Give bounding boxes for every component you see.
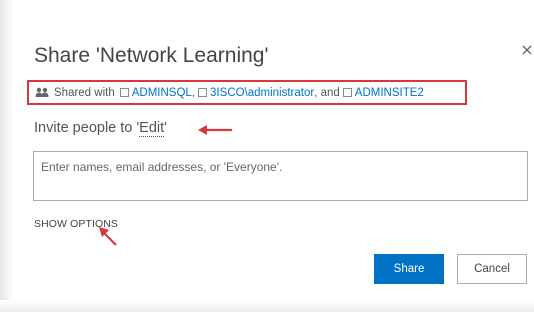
dialog-title: Share 'Network Learning' (34, 44, 269, 67)
invite-people-input[interactable] (33, 151, 528, 201)
share-button[interactable]: Share (374, 254, 444, 284)
annotation-arrow-icon (198, 121, 234, 140)
page-shadow-bottom (0, 300, 534, 312)
shared-person-link[interactable]: ADMINSQL (132, 87, 192, 99)
permission-level-link[interactable]: Edit (139, 120, 165, 137)
shared-person: ADMINSITE2 (341, 87, 425, 99)
annotation-arrow-icon (98, 226, 120, 252)
shared-person-link[interactable]: ADMINSITE2 (355, 87, 424, 99)
page-shadow-left (0, 0, 14, 312)
shared-person: ADMINSQL , (118, 87, 196, 99)
person-separator: , and (314, 86, 340, 99)
permission-quote: ' (164, 120, 167, 136)
people-icon (35, 87, 49, 98)
person-checkbox-icon (198, 88, 208, 97)
person-checkbox-icon (119, 88, 129, 97)
shared-with-label: Shared with (54, 86, 115, 99)
shared-person: 3ISCO\administrator , and (196, 87, 341, 99)
close-icon[interactable] (519, 42, 534, 58)
invite-label: Invite people to (34, 120, 133, 136)
cancel-button[interactable]: Cancel (457, 254, 527, 284)
share-dialog: Share 'Network Learning' Shared with ADM… (14, 0, 534, 300)
person-checkbox-icon (342, 88, 352, 97)
invite-heading: Invite people to 'Edit' (34, 120, 167, 137)
person-separator: , (191, 86, 196, 99)
shared-with-bar: Shared with ADMINSQL , 3ISCO\administrat… (27, 80, 467, 105)
shared-person-link[interactable]: 3ISCO\administrator (210, 87, 314, 99)
